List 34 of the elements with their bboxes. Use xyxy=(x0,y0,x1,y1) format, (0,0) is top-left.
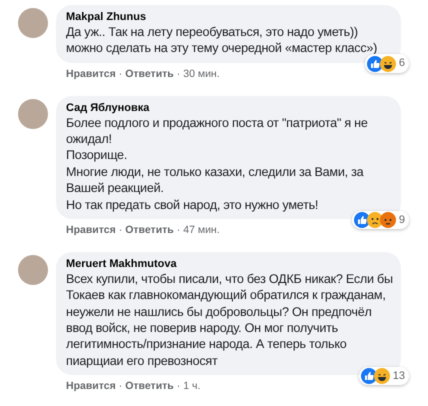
separator-dot: · xyxy=(118,66,122,82)
author-name[interactable]: Сад Яблуновка xyxy=(66,100,393,115)
separator-dot: · xyxy=(176,66,180,82)
reply-link[interactable]: Ответить xyxy=(125,223,174,239)
reactions-badge[interactable]: 6 xyxy=(364,54,409,73)
comment-time: 47 мин. xyxy=(183,223,220,238)
reply-link[interactable]: Ответить xyxy=(125,379,174,395)
author-name[interactable]: Makpal Zhunus xyxy=(66,10,393,24)
separator-dot: · xyxy=(176,379,180,394)
avatar[interactable] xyxy=(18,8,48,38)
reactions-badge[interactable]: 13 xyxy=(358,366,409,386)
reaction-count: 9 xyxy=(398,212,405,228)
author-name[interactable]: Meruert Makhmutova xyxy=(66,256,393,271)
comment-text: Да уж.. Так на лету переобуваться, это надо уметь)) xyxy=(66,24,359,40)
separator-dot: · xyxy=(176,223,180,238)
reaction-count: 6 xyxy=(398,56,405,72)
comment-text: Многие люди, не только казахи, следили за Вами, за Вашей реакцией. xyxy=(66,164,365,197)
reactions-badge[interactable]: 9 xyxy=(352,210,409,229)
comment-text: Всех купили, чтобы писали, что без ОДКБ никак? Если бы Токаев как главнокомандующий обратился к гражданам, неужели не нашлись бы добровольцы? Он предпочёл ввод войск, не поверив народу. Он мог получить легитимность/признание народа. А теперь только пиарщиаи его превозносят xyxy=(66,270,393,370)
like-link[interactable]: Нравится xyxy=(66,223,116,239)
comment-text: можно сделать на эту тему очередной «мастер класс») xyxy=(66,40,378,57)
comment-text: Более подлого и продажного поста от "патриота" я не ожидал! xyxy=(66,114,369,148)
avatar[interactable] xyxy=(18,254,48,285)
comment-text: Но так предать свой народ, это нужно уметь! xyxy=(66,196,320,213)
separator-dot: · xyxy=(118,379,122,394)
avatar[interactable] xyxy=(18,98,48,129)
comment-time: 30 мин. xyxy=(183,66,220,82)
comment-time: 1 ч. xyxy=(183,379,200,394)
reaction-count: 13 xyxy=(392,368,405,384)
like-link[interactable]: Нравится xyxy=(66,66,116,83)
comment-text: Позорище. xyxy=(66,147,128,164)
like-link[interactable]: Нравится xyxy=(66,379,116,395)
separator-dot: · xyxy=(118,223,122,238)
reply-link[interactable]: Ответить xyxy=(125,66,174,83)
